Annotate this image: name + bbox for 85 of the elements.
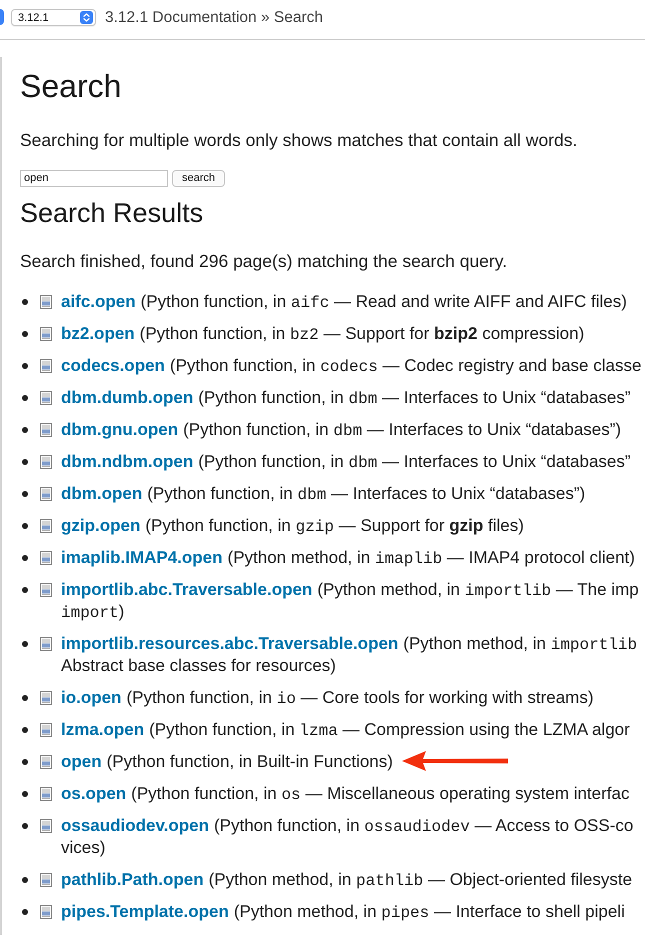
bullet-icon bbox=[22, 641, 28, 647]
results-summary: Search finished, found 296 page(s) matching the search query. bbox=[20, 250, 508, 272]
result-description: (Python function, in dbm — Interfaces to Unix “databases”) bbox=[183, 420, 622, 439]
result-description: (Python function, in ossaudiodev — Access to OSS-co bbox=[214, 816, 634, 835]
result-link[interactable]: pathlib.Path.open bbox=[61, 870, 204, 889]
bullet-icon bbox=[22, 587, 28, 593]
document-icon bbox=[40, 327, 52, 341]
result-description-continued: Abstract base classes for resources) bbox=[61, 655, 337, 677]
result-link[interactable]: lzma.open bbox=[61, 720, 144, 739]
breadcrumb: 3.12.1 Documentation » Search bbox=[105, 9, 323, 26]
result-description: (Python function, in bz2 — Support for bzip2 compression) bbox=[140, 324, 584, 343]
result-link[interactable]: bz2.open bbox=[61, 324, 135, 343]
result-description: (Python method, in importlib — The imp bbox=[317, 580, 639, 599]
result-link[interactable]: pipes.Template.open bbox=[61, 902, 229, 921]
results-heading: Search Results bbox=[20, 197, 204, 229]
document-icon bbox=[40, 905, 52, 919]
document-icon bbox=[40, 423, 52, 437]
result-link[interactable]: codecs.open bbox=[61, 356, 165, 375]
result-link[interactable]: os.open bbox=[61, 784, 126, 803]
stepper-icon bbox=[80, 11, 93, 24]
bullet-icon bbox=[22, 459, 28, 465]
document-icon bbox=[40, 359, 52, 373]
bullet-icon bbox=[22, 363, 28, 369]
bullet-icon bbox=[22, 555, 28, 561]
document-icon bbox=[40, 391, 52, 405]
bullet-icon bbox=[22, 877, 28, 883]
document-icon bbox=[40, 455, 52, 469]
result-link[interactable]: importlib.resources.abc.Traversable.open bbox=[61, 634, 398, 653]
result-link[interactable]: dbm.open bbox=[61, 484, 142, 503]
result-link[interactable]: gzip.open bbox=[61, 516, 140, 535]
result-description-continued: vices) bbox=[61, 837, 106, 859]
result-link[interactable]: aifc.open bbox=[61, 292, 136, 311]
page-title: Search bbox=[20, 67, 122, 104]
document-icon bbox=[40, 723, 52, 737]
bullet-icon bbox=[22, 395, 28, 401]
result-description: (Python method, in pathlib — Object-oriented filesyste bbox=[208, 870, 632, 889]
document-icon bbox=[40, 487, 52, 501]
result-description: (Python function, in gzip — Support for gzip files) bbox=[145, 516, 524, 535]
bullet-icon bbox=[22, 791, 28, 797]
result-description: (Python function, in Built-in Functions) bbox=[106, 752, 393, 771]
document-icon bbox=[40, 295, 52, 309]
result-link[interactable]: dbm.dumb.open bbox=[61, 388, 194, 407]
bullet-icon bbox=[22, 491, 28, 497]
document-icon bbox=[40, 637, 52, 651]
document-icon bbox=[40, 787, 52, 801]
version-select[interactable]: 3.12.1 bbox=[11, 9, 96, 26]
stepper-icon[interactable] bbox=[0, 9, 4, 25]
bullet-icon bbox=[22, 523, 28, 529]
search-button[interactable]: search bbox=[172, 170, 225, 186]
document-icon bbox=[40, 873, 52, 887]
result-description: (Python method, in imaplib — IMAP4 protocol client) bbox=[228, 548, 635, 567]
bullet-icon bbox=[22, 727, 28, 733]
result-link[interactable]: dbm.gnu.open bbox=[61, 420, 178, 439]
result-link[interactable]: ossaudiodev.open bbox=[61, 816, 209, 835]
result-description-continued: import) bbox=[61, 601, 126, 623]
search-field[interactable]: open bbox=[20, 170, 168, 186]
result-description: (Python function, in codecs — Codec registry and base classe bbox=[170, 356, 642, 375]
result-description: (Python function, in lzma — Compression using the LZMA algor bbox=[149, 720, 630, 739]
bullet-icon bbox=[22, 909, 28, 915]
result-link[interactable]: importlib.abc.Traversable.open bbox=[61, 580, 312, 599]
result-description: (Python function, in dbm — Interfaces to Unix “databases” bbox=[198, 388, 631, 407]
search-hint: Searching for multiple words only shows matches that contain all words. bbox=[20, 129, 578, 151]
document-icon bbox=[40, 519, 52, 533]
result-description: (Python function, in aifc — Read and write AIFF and AIFC files) bbox=[140, 292, 627, 311]
document-icon bbox=[40, 583, 52, 597]
result-link[interactable]: io.open bbox=[61, 688, 122, 707]
bullet-icon bbox=[22, 331, 28, 337]
result-description: (Python function, in io — Core tools for working with streams) bbox=[126, 688, 594, 707]
result-link[interactable]: open bbox=[61, 752, 102, 771]
result-link[interactable]: imaplib.IMAP4.open bbox=[61, 548, 223, 567]
bullet-icon bbox=[22, 823, 28, 829]
result-description: (Python method, in importlib bbox=[403, 634, 638, 653]
bullet-icon bbox=[22, 759, 28, 765]
result-link[interactable]: dbm.ndbm.open bbox=[61, 452, 194, 471]
document-icon bbox=[40, 755, 52, 769]
result-description: (Python function, in dbm — Interfaces to Unix “databases”) bbox=[147, 484, 586, 503]
bullet-icon bbox=[22, 695, 28, 701]
document-icon bbox=[40, 819, 52, 833]
document-icon bbox=[40, 551, 52, 565]
bullet-icon bbox=[22, 299, 28, 305]
bullet-icon bbox=[22, 427, 28, 433]
result-description: (Python function, in dbm — Interfaces to Unix “databases” bbox=[198, 452, 631, 471]
result-description: (Python method, in pipes — Interface to shell pipeli bbox=[234, 902, 625, 921]
result-description: (Python function, in os — Miscellaneous operating system interfac bbox=[131, 784, 630, 803]
document-icon bbox=[40, 691, 52, 705]
